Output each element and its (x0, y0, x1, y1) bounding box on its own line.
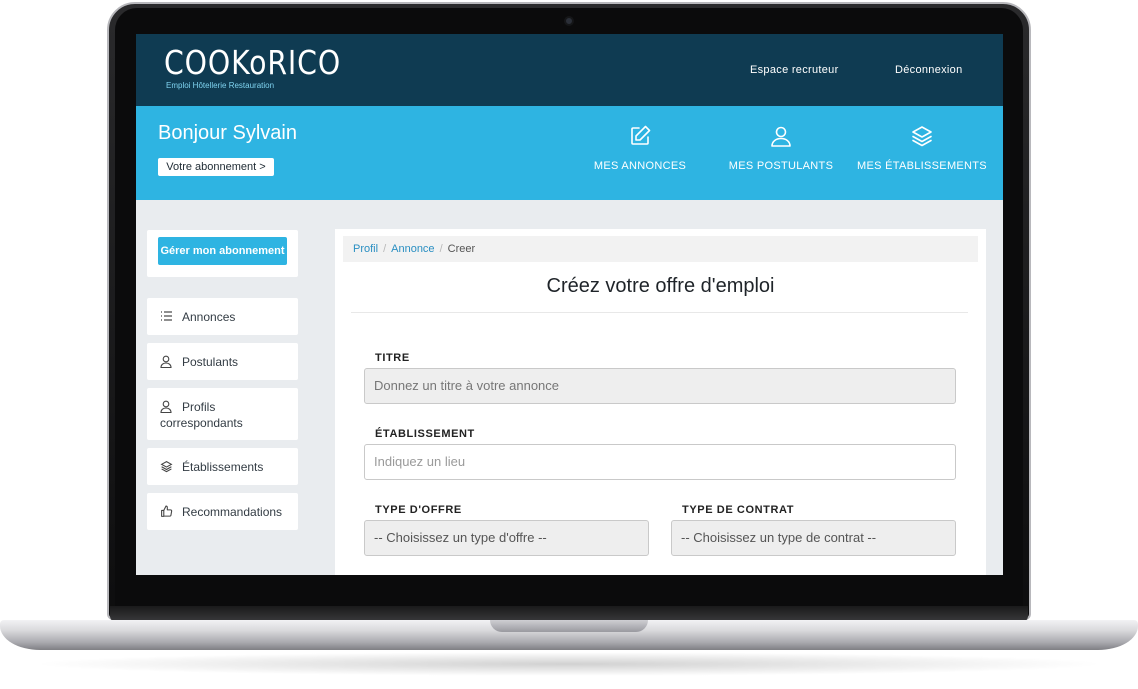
sidebar-item-profils-correspondants[interactable]: Profils correspondants (147, 388, 298, 440)
sidebar-item-annonces[interactable]: Annonces (147, 298, 298, 335)
type-contrat-select[interactable]: -- Choisissez un type de contrat -- (671, 520, 956, 556)
type-offre-label: TYPE D'OFFRE (375, 504, 462, 516)
titre-label: TITRE (375, 352, 410, 364)
nav-mes-annonces[interactable]: MES ANNONCES (575, 124, 705, 172)
nav-label: MES ANNONCES (593, 160, 687, 172)
nav-mes-postulants[interactable]: MES POSTULANTS (716, 124, 846, 172)
layers-icon (912, 126, 932, 147)
breadcrumb-annonce[interactable]: Annonce (391, 243, 434, 255)
breadcrumb: Profil / Annonce / Creer (343, 236, 978, 262)
subscription-button[interactable]: Votre abonnement > (158, 158, 274, 176)
camera-icon (564, 16, 574, 26)
welcome-header: Bonjour Sylvain Votre abonnement > MES A… (136, 106, 1003, 200)
logo-tagline: Emploi Hôtellerie Restauration (166, 81, 275, 90)
sidebar-item-label: Recommandations (182, 505, 283, 519)
sidebar-item-postulants[interactable]: Postulants (147, 343, 298, 380)
thumbs-up-icon (161, 505, 173, 517)
type-offre-select[interactable]: -- Choisissez un type d'offre -- (364, 520, 649, 556)
manage-subscription-button[interactable]: Gérer mon abonnement (158, 237, 287, 265)
sidebar-item-label: Postulants (182, 355, 239, 369)
subscription-card: Gérer mon abonnement (147, 230, 298, 277)
divider (351, 312, 968, 313)
laptop-notch (490, 620, 648, 632)
page-title: Créez votre offre d'emploi (546, 275, 775, 297)
logout-link[interactable]: Déconnexion (895, 64, 963, 76)
list-icon (161, 311, 172, 321)
edit-icon (631, 125, 651, 145)
user-icon (160, 400, 172, 413)
sidebar-item-recommandations[interactable]: Recommandations (147, 493, 298, 530)
sidebar-item-etablissements[interactable]: Établissements (147, 448, 298, 485)
titre-input[interactable]: Donnez un titre à votre annonce (364, 368, 956, 404)
breadcrumb-current: Creer (447, 243, 476, 255)
nav-label: MES POSTULANTS (728, 160, 834, 172)
user-icon (771, 126, 791, 147)
breadcrumb-profil[interactable]: Profil (353, 243, 378, 255)
user-icon (160, 355, 172, 368)
top-navbar: COOKoRICO Emploi Hôtellerie Restauration… (136, 34, 1003, 106)
sidebar-item-label: Établissements (182, 460, 264, 474)
etablissement-label: ÉTABLISSEMENT (375, 428, 475, 440)
main-panel: Profil / Annonce / Creer Créez votre offre d… (335, 229, 986, 575)
sidebar-item-label: Annonces (182, 310, 236, 324)
logo-wordmark: COOKoRICO (164, 43, 342, 82)
type-contrat-label: TYPE DE CONTRAT (682, 504, 795, 516)
greeting: Bonjour Sylvain (158, 122, 297, 144)
recruiter-space-link[interactable]: Espace recruteur (750, 64, 839, 76)
breadcrumb-separator: / (383, 243, 387, 255)
browser-screen: COOKoRICO Emploi Hôtellerie Restauration… (136, 34, 1003, 575)
layers-icon (160, 461, 173, 473)
laptop-shadow (30, 652, 1108, 676)
cookorico-logo[interactable]: COOKoRICO Emploi Hôtellerie Restauration (164, 43, 342, 98)
sidebar-item-label: Profils (182, 400, 216, 414)
nav-mes-etablissements[interactable]: MES ÉTABLISSEMENTS (857, 124, 987, 172)
etablissement-input[interactable]: Indiquez un lieu (364, 444, 956, 480)
sidebar-item-label-line2: correspondants (160, 416, 243, 430)
nav-label: MES ÉTABLISSEMENTS (857, 160, 987, 172)
breadcrumb-separator: / (439, 243, 443, 255)
